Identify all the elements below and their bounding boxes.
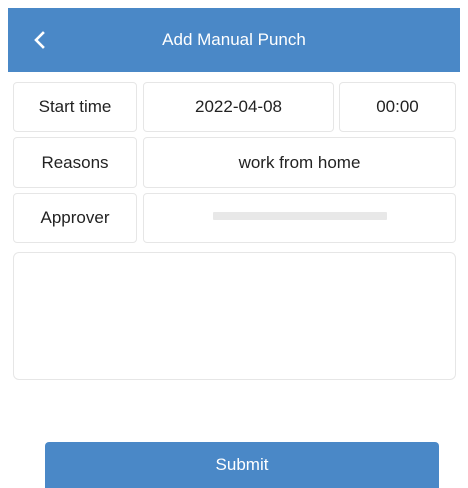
reasons-label: Reasons — [13, 137, 137, 188]
start-date-field[interactable]: 2022-04-08 — [143, 82, 334, 132]
approver-label: Approver — [13, 193, 137, 243]
start-time-label: Start time — [13, 82, 137, 132]
reasons-field[interactable]: work from home — [143, 137, 456, 188]
header-bar — [8, 8, 460, 72]
start-time-field[interactable]: 00:00 — [339, 82, 456, 132]
back-button[interactable] — [28, 28, 52, 52]
approver-field[interactable] — [143, 193, 456, 243]
submit-button[interactable]: Submit — [45, 442, 439, 488]
approver-value-placeholder — [212, 212, 387, 220]
notes-textarea[interactable] — [13, 252, 456, 380]
add-manual-punch-page: Add Manual Punch Start time 2022-04-08 0… — [0, 0, 468, 488]
chevron-left-icon — [34, 31, 45, 49]
